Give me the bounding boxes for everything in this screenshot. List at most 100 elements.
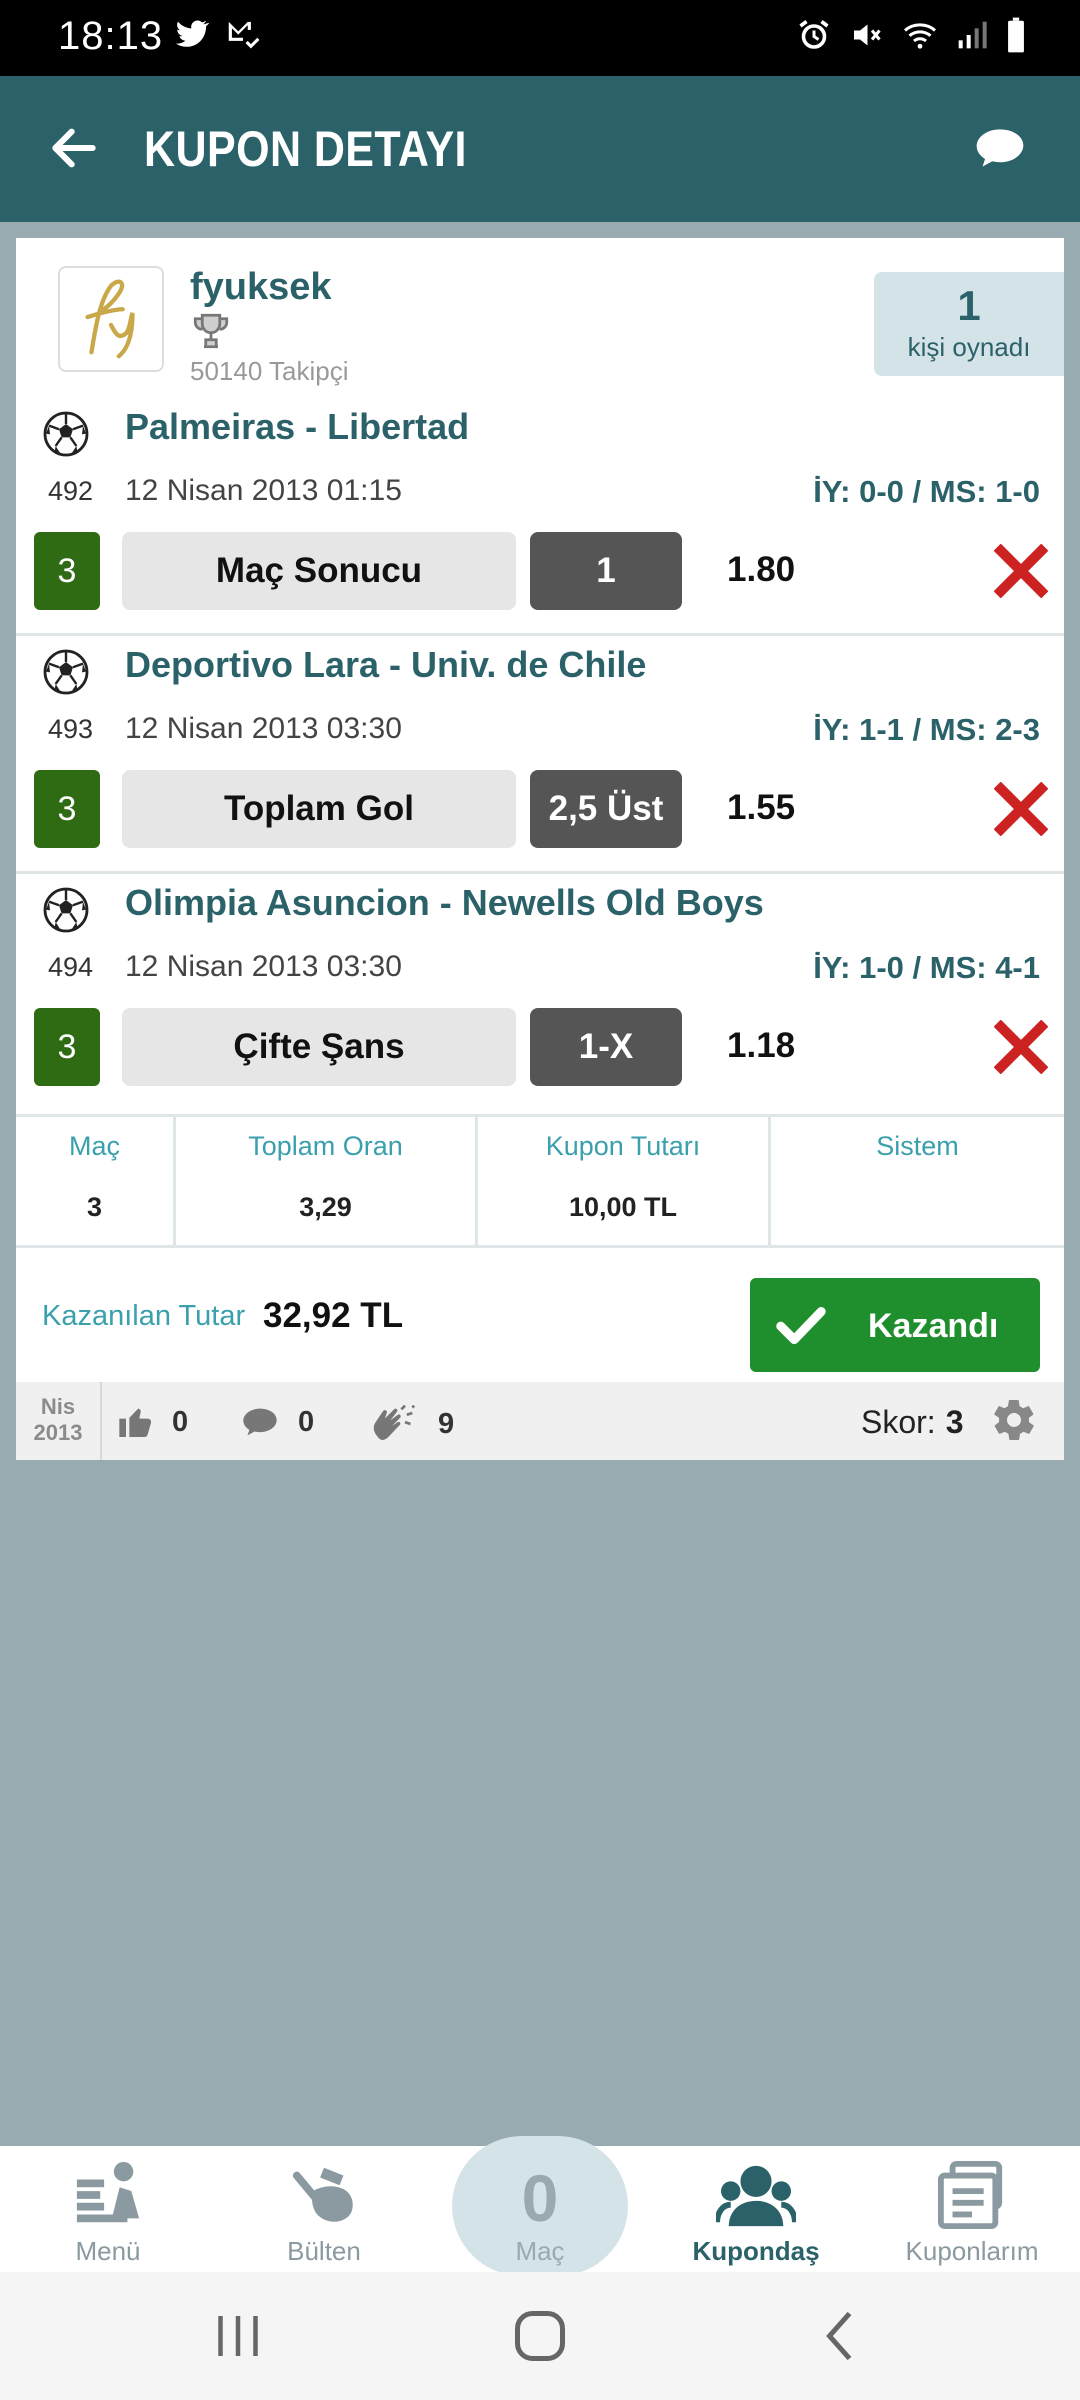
match-code: 494: [48, 952, 94, 982]
match-teams[interactable]: Palmeiras - Libertad: [125, 406, 469, 448]
battery-icon: [1008, 17, 1024, 53]
summary-oran-value: 3,29: [299, 1192, 352, 1222]
wifi-icon: [903, 23, 937, 49]
summary-sistem: Sistem: [771, 1117, 1064, 1245]
mute-icon: [854, 24, 881, 46]
menu-person-icon: [76, 2161, 140, 2223]
nav-mac-count: 0: [521, 2161, 559, 2235]
home-icon[interactable]: [510, 2306, 570, 2366]
match-row: Palmeiras - Libertad 492 12 Nisan 2013 0…: [16, 398, 1064, 636]
comments-button[interactable]: 0: [238, 1402, 314, 1442]
recent-apps-icon[interactable]: [208, 2306, 268, 2366]
summary-mac: Maç 3: [16, 1117, 176, 1245]
app-bar: KUPON DETAYI: [0, 76, 1080, 222]
comments-count: 0: [298, 1405, 315, 1438]
summary-oran: Toplam Oran 3,29: [176, 1117, 478, 1245]
summary-mac-value: 3: [86, 1192, 103, 1222]
score-value: 3: [945, 1404, 964, 1440]
nav-mac-counter[interactable]: 0 Maç: [452, 2136, 628, 2276]
match-date: 12 Nisan 2013 01:15: [125, 474, 402, 507]
thumbs-up-icon: [119, 1408, 152, 1437]
lost-x-icon: [994, 1020, 1048, 1074]
lost-x-icon: [994, 544, 1048, 598]
avatar[interactable]: [58, 266, 164, 372]
lost-x-icon: [994, 782, 1048, 836]
nav-bulten[interactable]: Bülten: [234, 2146, 414, 2272]
soccer-ball-icon: [43, 649, 89, 695]
twitter-icon: [175, 20, 210, 47]
coupon-date: Nis 2013: [16, 1382, 102, 1460]
coupon-card: fyuksek 50140 Takipçi 1 kişi oynadı Palm…: [16, 238, 1064, 1460]
clap-icon: [373, 1404, 416, 1440]
checkmark-icon: [776, 1307, 826, 1345]
email-check-icon: [228, 21, 260, 49]
match-badge: 3: [34, 770, 100, 848]
nav-kupondas[interactable]: Kupondaş: [666, 2146, 846, 2272]
bet-pick: 1: [530, 532, 682, 610]
alarm-icon: [799, 20, 829, 49]
likes-count: 0: [172, 1405, 189, 1438]
bet-market: Maç Sonucu: [122, 532, 516, 610]
summary-tutar: Kupon Tutarı 10,00 TL: [478, 1117, 771, 1245]
match-score: İY: 1-0 / MS: 4-1: [813, 950, 1040, 985]
chat-bubble-icon[interactable]: [972, 120, 1028, 176]
match-score: İY: 1-1 / MS: 2-3: [813, 712, 1040, 747]
people-group-icon: [716, 2165, 796, 2227]
nav-bulten-label: Bülten: [287, 2236, 361, 2266]
summary-sistem-label: Sistem: [876, 1131, 959, 1161]
coupon-month: Nis: [40, 1394, 76, 1419]
fy-logo: [85, 279, 135, 359]
match-badge: 3: [34, 1008, 100, 1086]
won-status-button[interactable]: Kazandı: [750, 1278, 1040, 1372]
followers-count: 50140 Takipçi: [190, 356, 349, 386]
username[interactable]: fyuksek: [190, 266, 332, 309]
match-date: 12 Nisan 2013 03:30: [125, 950, 402, 983]
clap-button[interactable]: 9: [366, 1402, 454, 1446]
score-display: Skor: 3: [861, 1404, 963, 1441]
match-badge: 3: [34, 532, 100, 610]
arrow-left-icon[interactable]: [46, 120, 102, 176]
won-status-label: Kazandı: [868, 1307, 999, 1345]
match-row: Olimpia Asuncion - Newells Old Boys 494 …: [16, 874, 1064, 1112]
status-time: 18:13: [58, 14, 164, 58]
nav-kuponlarim-label: Kuponlarım: [905, 2236, 1039, 2266]
match-code: 492: [48, 476, 94, 506]
soccer-ball-icon: [43, 411, 89, 457]
nav-mac-label: Maç: [515, 2236, 565, 2266]
bet-odds: 1.55: [727, 788, 796, 827]
summary-tutar-label: Kupon Tutarı: [545, 1131, 701, 1161]
social-bar: Nis 2013 0 0 9 Skor: 3: [16, 1382, 1064, 1460]
nav-kupondas-label: Kupondaş: [692, 2236, 820, 2266]
summary-tutar-value: 10,00 TL: [568, 1192, 678, 1222]
nav-menu-label: Menü: [75, 2236, 141, 2266]
match-code: 493: [48, 714, 94, 744]
tickets-stack-icon: [937, 2160, 1003, 2230]
score-label: Skor:: [861, 1404, 936, 1440]
played-count: 1: [957, 282, 981, 329]
soccer-ball-icon: [43, 887, 89, 933]
match-teams[interactable]: Deportivo Lara - Univ. de Chile: [125, 644, 646, 686]
nav-menu[interactable]: Menü: [18, 2146, 198, 2272]
back-nav-icon[interactable]: [812, 2306, 872, 2366]
played-count-box: 1 kişi oynadı: [874, 272, 1064, 376]
played-label: kişi oynadı: [907, 332, 1031, 362]
match-date: 12 Nisan 2013 03:30: [125, 712, 402, 745]
coupon-year: 2013: [33, 1420, 83, 1445]
match-teams[interactable]: Olimpia Asuncion - Newells Old Boys: [125, 882, 764, 924]
gear-icon[interactable]: [990, 1396, 1038, 1444]
trophy-icon: [193, 313, 229, 349]
match-score: İY: 0-0 / MS: 1-0: [813, 474, 1040, 509]
user-header: fyuksek 50140 Takipçi 1 kişi oynadı: [16, 238, 1064, 394]
nav-kuponlarim[interactable]: Kuponlarım: [882, 2146, 1062, 2272]
claps-count: 9: [438, 1407, 455, 1440]
bet-odds: 1.18: [727, 1026, 796, 1065]
signal-icon: [958, 21, 987, 49]
like-button[interactable]: 0: [116, 1402, 188, 1442]
hand-ticket-icon: [292, 2167, 353, 2222]
summary-mac-label: Maç: [68, 1131, 120, 1161]
winnings-label: Kazanılan Tutar: [42, 1300, 246, 1332]
winnings-row: Kazanılan Tutar 32,92 TL Kazandı: [16, 1248, 1064, 1382]
bet-pick: 1-X: [530, 1008, 682, 1086]
status-bar: 18:13: [0, 0, 1080, 76]
summary-oran-label: Toplam Oran: [248, 1131, 403, 1161]
